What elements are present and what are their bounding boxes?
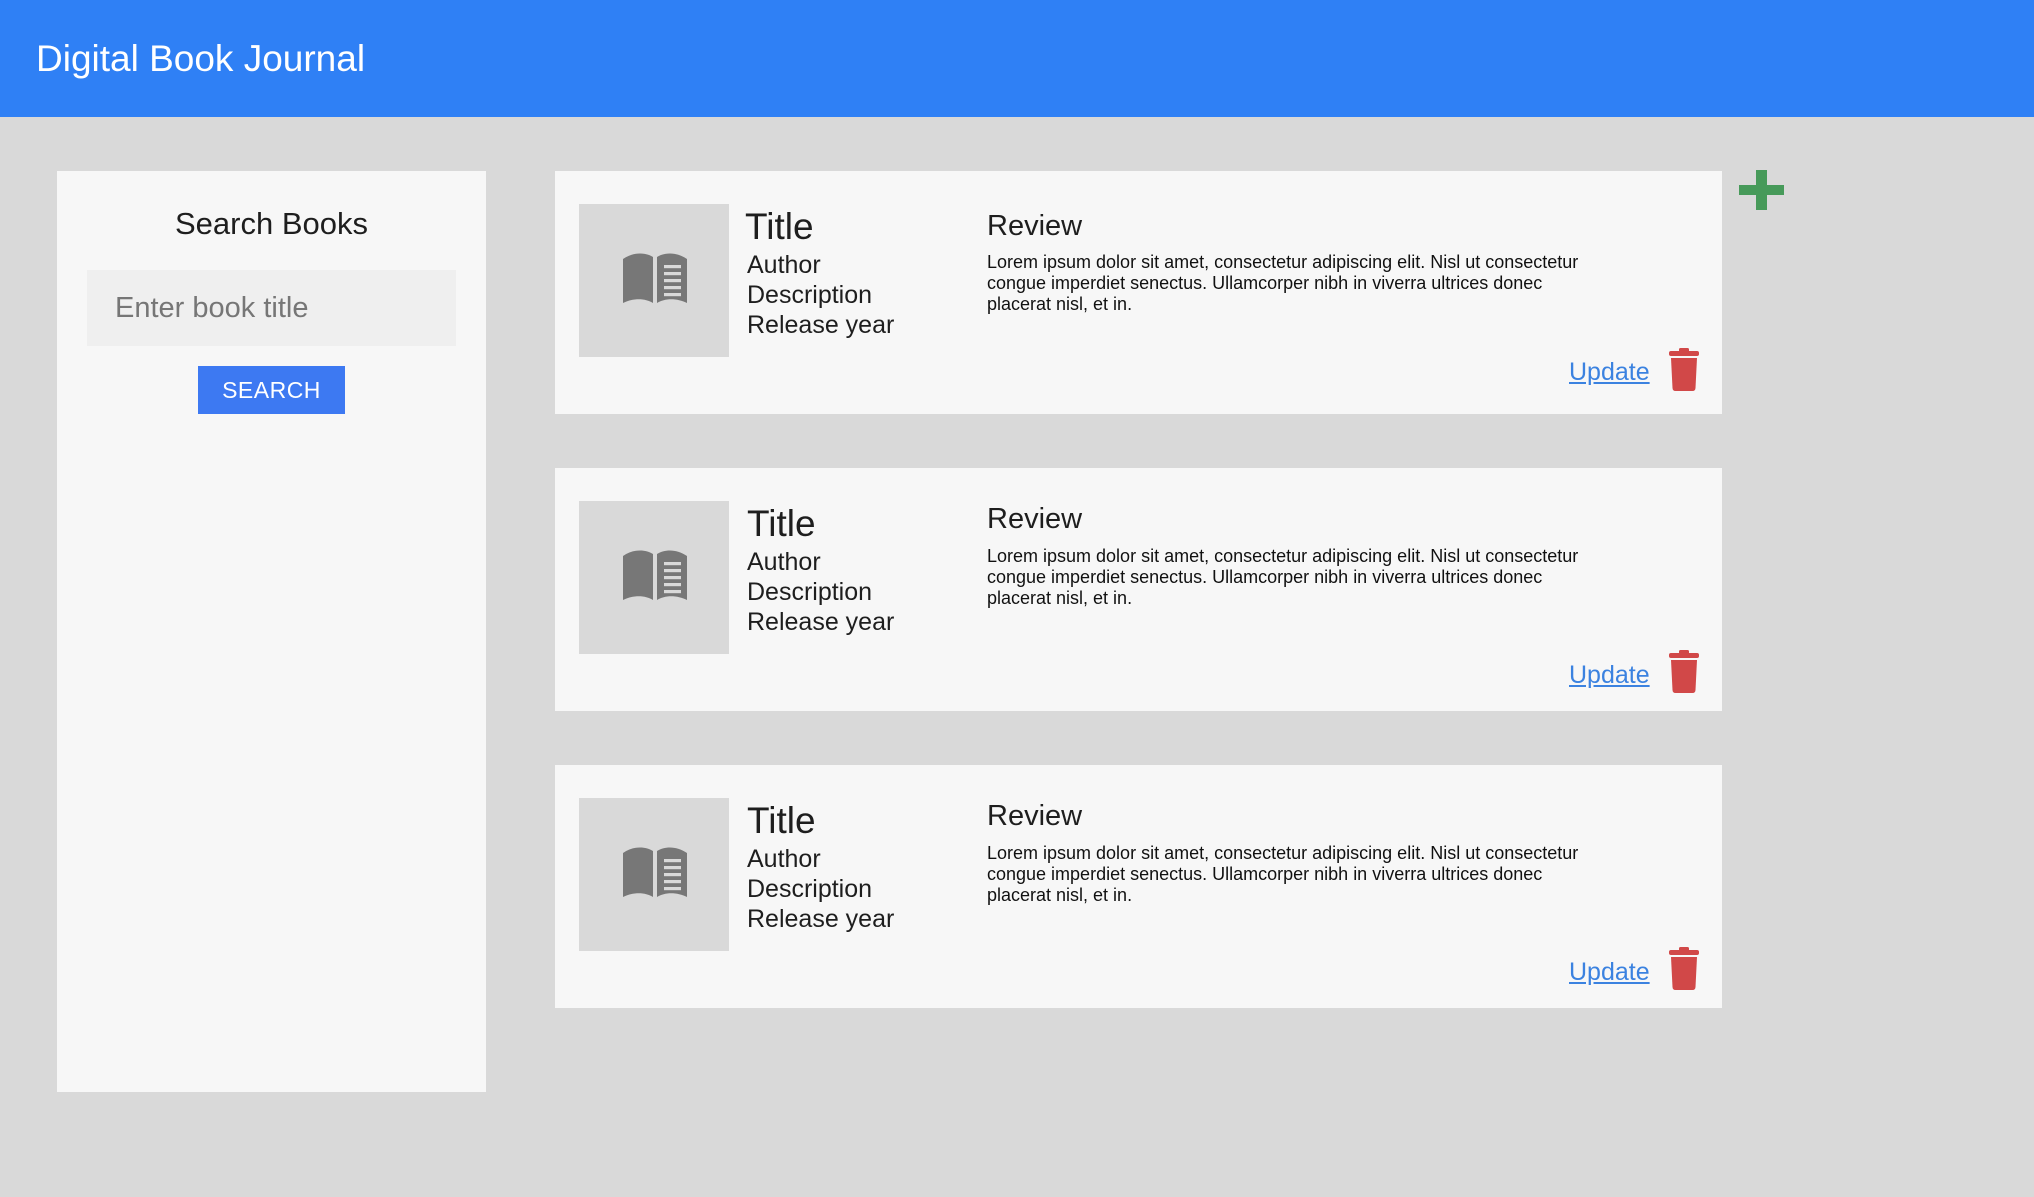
- book-card: Title Author Description Release year Re…: [555, 171, 1722, 414]
- book-author: Author: [747, 845, 821, 873]
- book-open-icon: [623, 253, 687, 303]
- book-description: Description: [747, 875, 873, 903]
- book-release-year: Release year: [747, 608, 895, 636]
- book-description: Description: [747, 578, 873, 606]
- book-open-icon: [623, 550, 687, 600]
- book-cover: [579, 204, 729, 357]
- app-title: Digital Book Journal: [36, 38, 366, 79]
- trash-icon[interactable]: [1669, 348, 1699, 391]
- trash-icon[interactable]: [1669, 947, 1699, 990]
- review-heading: Review: [987, 503, 1083, 535]
- book-release-year: Release year: [747, 905, 895, 933]
- review-text: Lorem ipsum dolor sit amet, consectetur …: [987, 252, 1579, 314]
- review-text: Lorem ipsum dolor sit amet, consectetur …: [987, 843, 1579, 905]
- sidebar-title: Search Books: [175, 206, 368, 241]
- book-cover: [579, 798, 729, 951]
- review-heading: Review: [987, 800, 1083, 832]
- trash-icon[interactable]: [1669, 650, 1699, 693]
- app-header: Digital Book Journal: [0, 0, 2034, 117]
- update-link[interactable]: Update: [1569, 357, 1650, 387]
- book-card: Title Author Description Release year Re…: [555, 765, 1722, 1008]
- update-link[interactable]: Update: [1569, 660, 1650, 690]
- book-cover: [579, 501, 729, 654]
- update-link[interactable]: Update: [1569, 957, 1650, 987]
- book-open-icon: [623, 847, 687, 897]
- book-title: Title: [747, 503, 816, 544]
- search-button[interactable]: SEARCH: [198, 366, 345, 414]
- search-input[interactable]: [87, 270, 456, 346]
- book-release-year: Release year: [747, 311, 895, 339]
- add-book-plus-icon[interactable]: [1739, 170, 1784, 210]
- review-heading: Review: [987, 210, 1083, 242]
- review-text: Lorem ipsum dolor sit amet, consectetur …: [987, 546, 1579, 608]
- book-description: Description: [747, 281, 873, 309]
- book-card: Title Author Description Release year Re…: [555, 468, 1722, 711]
- search-sidebar: Search Books SEARCH: [57, 171, 486, 1092]
- book-author: Author: [747, 548, 821, 576]
- book-title: Title: [745, 206, 814, 247]
- book-title: Title: [747, 800, 816, 841]
- book-author: Author: [747, 251, 821, 279]
